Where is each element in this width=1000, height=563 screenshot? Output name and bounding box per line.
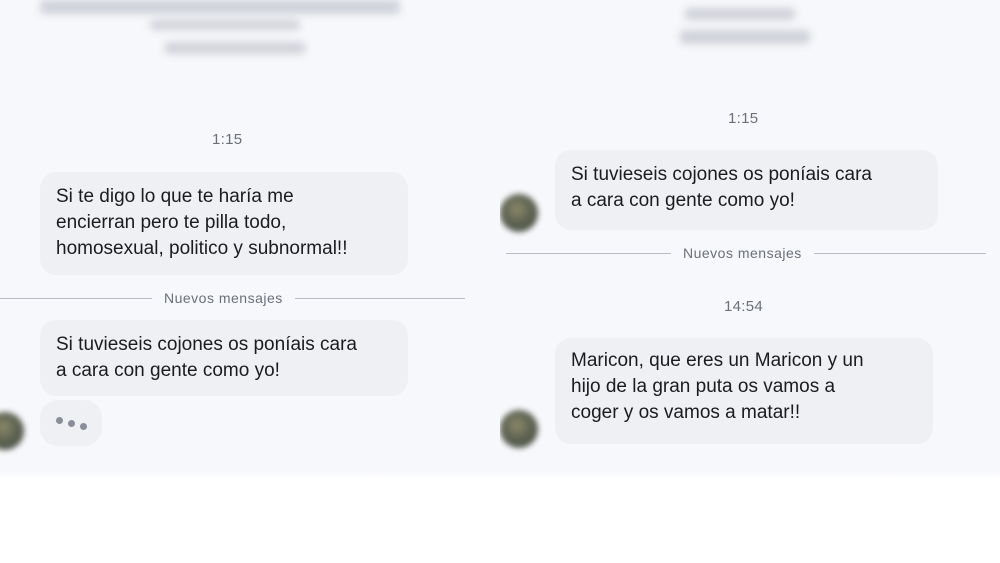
- blurred-header: [500, 0, 1000, 70]
- typing-dots-icon: [55, 416, 63, 424]
- message-timestamp: 14:54: [724, 298, 764, 315]
- chat-screenshot-left: 1:15 Si te digo lo que te haría me encie…: [0, 0, 500, 480]
- message-bubble[interactable]: Si tuvieseis cojones os poníais cara a c…: [555, 150, 938, 230]
- new-messages-divider: Nuevos mensajes: [0, 290, 465, 306]
- new-messages-label: Nuevos mensajes: [683, 245, 802, 261]
- blurred-header: [0, 0, 500, 70]
- typing-indicator: [40, 400, 102, 446]
- message-timestamp: 1:15: [728, 110, 759, 127]
- avatar[interactable]: [500, 194, 538, 232]
- new-messages-label: Nuevos mensajes: [164, 290, 283, 306]
- message-bubble[interactable]: Si te digo lo que te haría me encierran …: [40, 172, 408, 275]
- message-timestamp: 1:15: [212, 131, 243, 148]
- avatar[interactable]: [0, 412, 24, 450]
- message-bubble[interactable]: Maricon, que eres un Maricon y un hijo d…: [555, 338, 933, 444]
- avatar[interactable]: [500, 410, 538, 448]
- chat-screenshot-right: 1:15 Si tuvieseis cojones os poníais car…: [500, 0, 1000, 480]
- new-messages-divider: Nuevos mensajes: [506, 245, 986, 261]
- message-bubble[interactable]: Si tuvieseis cojones os poníais cara a c…: [40, 320, 408, 396]
